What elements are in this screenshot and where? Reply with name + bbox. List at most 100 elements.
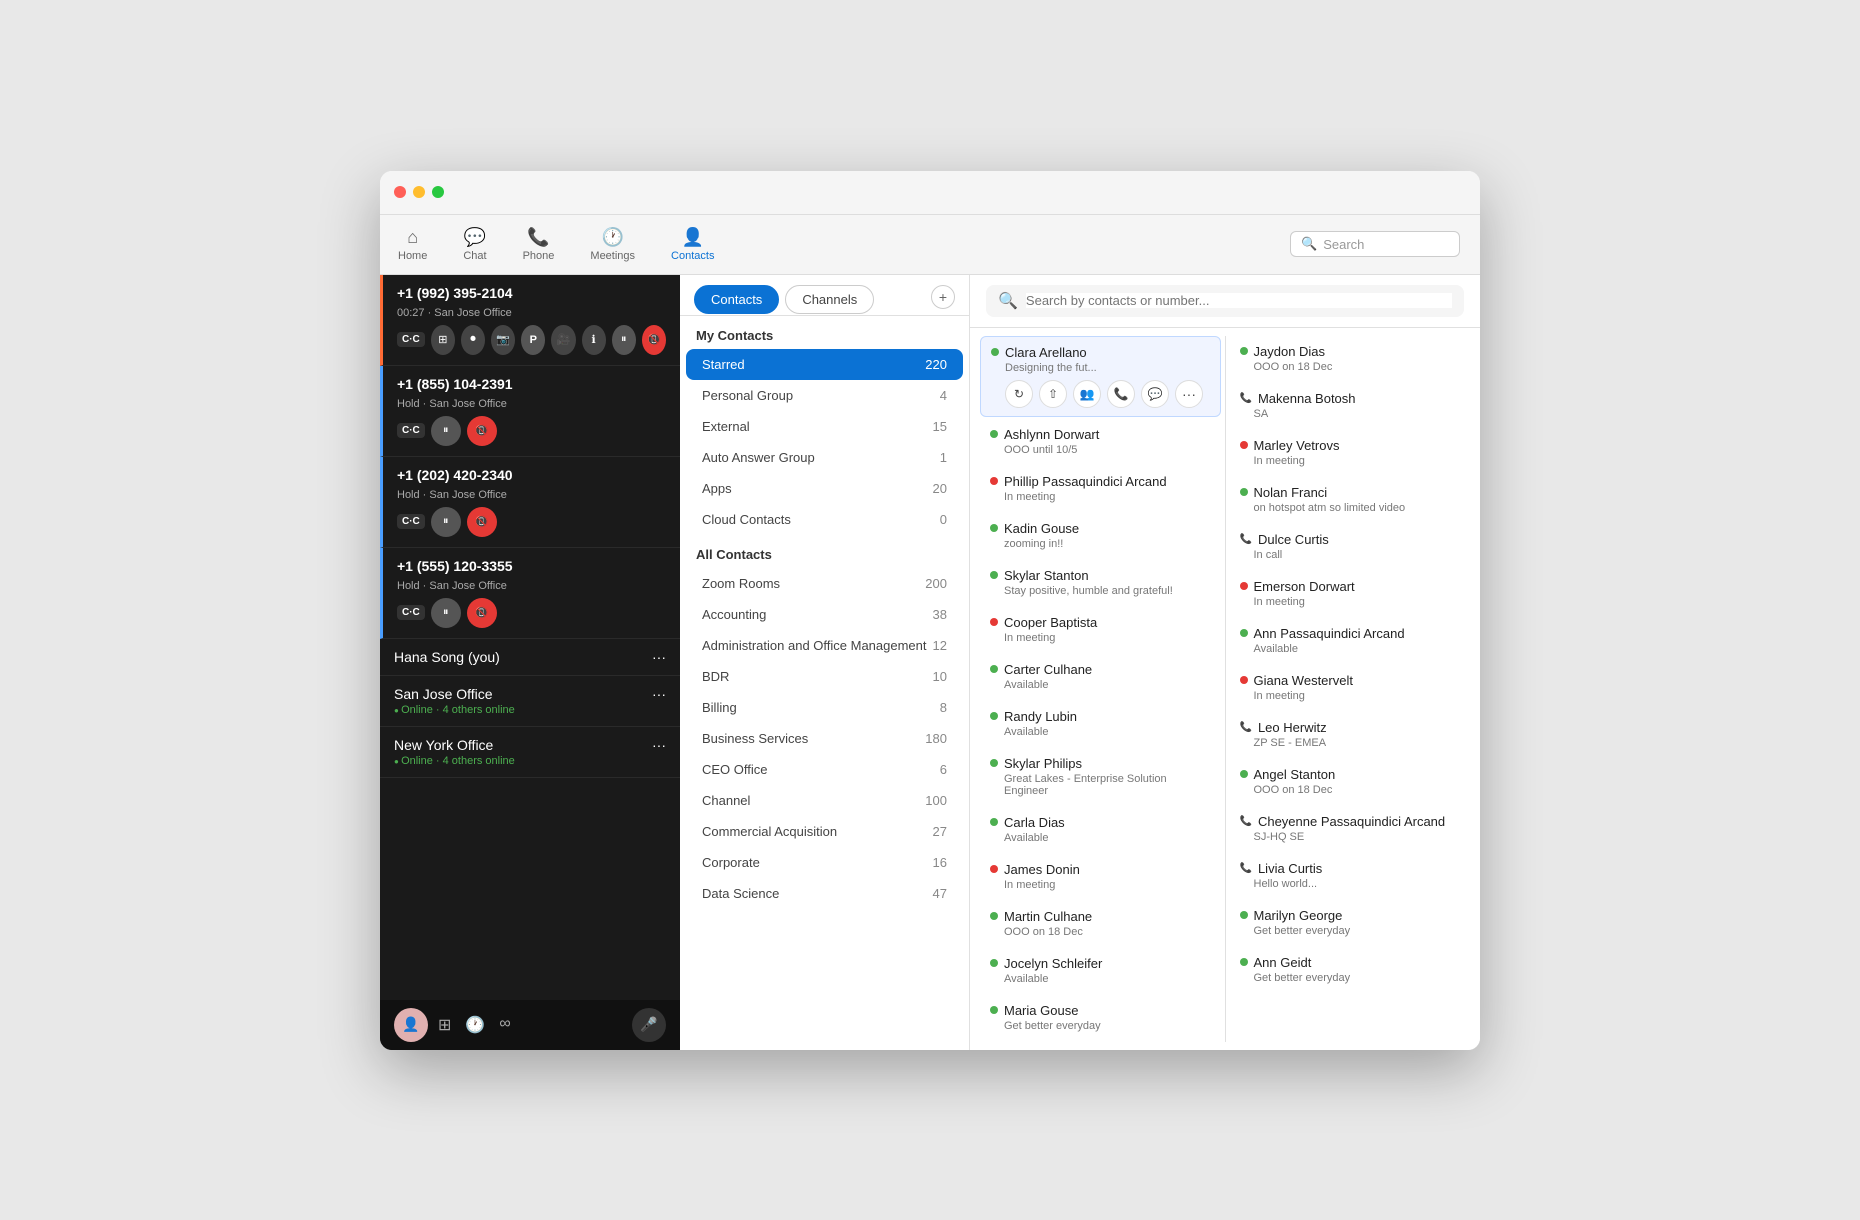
cc-btn-4[interactable]: C·C — [397, 605, 425, 620]
pause-btn-4[interactable]: ⏸ — [431, 598, 461, 628]
contact-makenna[interactable]: 📞 Makenna Botosh SA — [1230, 383, 1471, 428]
minimize-button[interactable] — [413, 186, 425, 198]
add-tab-button[interactable]: + — [931, 285, 955, 309]
action-more-clara[interactable]: ··· — [1175, 380, 1203, 408]
group-starred[interactable]: Starred 220 — [686, 349, 963, 380]
cam-btn-1[interactable]: 🎥 — [551, 325, 575, 355]
status-dot-randy — [990, 712, 998, 720]
voicemail-icon[interactable]: ∞ — [499, 1015, 510, 1035]
action-message-clara[interactable]: 💬 — [1141, 380, 1169, 408]
contact-cheyenne[interactable]: 📞 Cheyenne Passaquindici Arcand SJ-HQ SE — [1230, 806, 1471, 851]
keypad-icon[interactable]: ⊞ — [438, 1015, 451, 1035]
contact-cooper[interactable]: Cooper Baptista In meeting — [980, 607, 1221, 652]
action-refresh-clara[interactable]: ↻ — [1005, 380, 1033, 408]
contact-ashlynn-dorwart[interactable]: Ashlynn Dorwart OOO until 10/5 — [980, 419, 1221, 464]
group-billing[interactable]: Billing 8 — [686, 692, 963, 723]
group-external[interactable]: External 15 — [686, 411, 963, 442]
tab-contacts[interactable]: Contacts — [694, 285, 779, 314]
top-nav: ⌂ Home 💬 Chat 📞 Phone 🕐 Meetings 👤 Conta… — [380, 215, 1480, 275]
status-dot-giana — [1240, 676, 1248, 684]
end-btn-2[interactable]: 📵 — [467, 416, 497, 446]
group-business-services[interactable]: Business Services 180 — [686, 723, 963, 754]
mic-button[interactable]: 🎤 — [632, 1008, 666, 1042]
nav-phone[interactable]: 📞 Phone — [505, 221, 573, 268]
contact-skylar-stanton[interactable]: Skylar Stanton Stay positive, humble and… — [980, 560, 1221, 605]
group-data-science[interactable]: Data Science 47 — [686, 878, 963, 909]
contact-angel[interactable]: Angel Stanton OOO on 18 Dec — [1230, 759, 1471, 804]
cc-btn-2[interactable]: C·C — [397, 423, 425, 438]
nav-chat[interactable]: 💬 Chat — [445, 221, 504, 268]
history-icon[interactable]: 🕐 — [465, 1015, 485, 1035]
nav-meetings[interactable]: 🕐 Meetings — [572, 221, 653, 268]
group-apps[interactable]: Apps 20 — [686, 473, 963, 504]
new-york-more[interactable]: ··· — [652, 737, 666, 753]
contact-marley[interactable]: Marley Vetrovs In meeting — [1230, 430, 1471, 475]
search-contacts-input[interactable] — [1026, 293, 1452, 308]
contact-nolan[interactable]: Nolan Franci on hotspot atm so limited v… — [1230, 477, 1471, 522]
contact-james[interactable]: James Donin In meeting — [980, 854, 1221, 899]
group-admin[interactable]: Administration and Office Management 12 — [686, 630, 963, 661]
phone-icon: 📞 — [527, 227, 549, 248]
contact-giana[interactable]: Giana Westervelt In meeting — [1230, 665, 1471, 710]
maximize-button[interactable] — [432, 186, 444, 198]
close-button[interactable] — [394, 186, 406, 198]
contact-phillip[interactable]: Phillip Passaquindici Arcand In meeting — [980, 466, 1221, 511]
office-new-york[interactable]: New York Office ··· Online · 4 others on… — [380, 727, 680, 778]
contact-clara-arellano[interactable]: Clara Arellano Designing the fut... ↻ ⇧ … — [980, 336, 1221, 417]
group-ceo[interactable]: CEO Office 6 — [686, 754, 963, 785]
end-btn-1[interactable]: 📵 — [642, 325, 666, 355]
end-btn-4[interactable]: 📵 — [467, 598, 497, 628]
pause-btn-3[interactable]: ⏸ — [431, 507, 461, 537]
call-number-3: +1 (202) 420-2340 — [397, 467, 513, 483]
contact-kadin[interactable]: Kadin Gouse zooming in!! — [980, 513, 1221, 558]
tab-channels[interactable]: Channels — [785, 285, 874, 314]
group-corporate[interactable]: Corporate 16 — [686, 847, 963, 878]
contact-name-makenna: Makenna Botosh — [1258, 391, 1356, 406]
grid-btn-1[interactable]: ⊞ — [431, 325, 455, 355]
contact-jaydon[interactable]: Jaydon Dias OOO on 18 Dec — [1230, 336, 1471, 381]
video-btn-1[interactable]: 📷 — [491, 325, 515, 355]
nav-home[interactable]: ⌂ Home — [380, 221, 445, 268]
group-bdr[interactable]: BDR 10 — [686, 661, 963, 692]
contact-livia[interactable]: 📞 Livia Curtis Hello world... — [1230, 853, 1471, 898]
office-san-jose[interactable]: San Jose Office ··· Online · 4 others on… — [380, 676, 680, 727]
contact-dulce[interactable]: 📞 Dulce Curtis In call — [1230, 524, 1471, 569]
hana-song-more[interactable]: ··· — [652, 649, 666, 665]
info-btn-1[interactable]: ℹ — [582, 325, 606, 355]
pause-btn-1[interactable]: ⏸ — [612, 325, 636, 355]
contact-emerson[interactable]: Emerson Dorwart In meeting — [1230, 571, 1471, 616]
group-auto-answer[interactable]: Auto Answer Group 1 — [686, 442, 963, 473]
group-personal[interactable]: Personal Group 4 — [686, 380, 963, 411]
group-zoom-rooms[interactable]: Zoom Rooms 200 — [686, 568, 963, 599]
top-search-bar[interactable]: 🔍 Search — [1290, 231, 1460, 257]
contact-skylar-philips[interactable]: Skylar Philips Great Lakes - Enterprise … — [980, 748, 1221, 805]
end-btn-3[interactable]: 📵 — [467, 507, 497, 537]
group-channel[interactable]: Channel 100 — [686, 785, 963, 816]
nav-contacts[interactable]: 👤 Contacts — [653, 221, 732, 268]
contact-randy[interactable]: Randy Lubin Available — [980, 701, 1221, 746]
contact-martin[interactable]: Martin Culhane OOO on 18 Dec — [980, 901, 1221, 946]
p-btn-1[interactable]: P — [521, 325, 545, 355]
contact-jocelyn[interactable]: Jocelyn Schleifer Available — [980, 948, 1221, 993]
cc-btn-1[interactable]: C·C — [397, 332, 425, 347]
search-bar-inner[interactable]: 🔍 — [986, 285, 1464, 317]
group-cloud[interactable]: Cloud Contacts 0 — [686, 504, 963, 535]
contact-ann-passaquindici[interactable]: Ann Passaquindici Arcand Available — [1230, 618, 1471, 663]
rec-btn-1[interactable]: ⏺ — [461, 325, 485, 355]
contact-ann-geidt[interactable]: Ann Geidt Get better everyday — [1230, 947, 1471, 992]
contact-maria[interactable]: Maria Gouse Get better everyday — [980, 995, 1221, 1040]
san-jose-more[interactable]: ··· — [652, 686, 666, 702]
call-info-2: Hold · San Jose Office — [397, 398, 666, 410]
action-transfer-clara[interactable]: ⇧ — [1039, 380, 1067, 408]
action-group-clara[interactable]: 👥 — [1073, 380, 1101, 408]
contact-marilyn[interactable]: Marilyn George Get better everyday — [1230, 900, 1471, 945]
contact-carla[interactable]: Carla Dias Available — [980, 807, 1221, 852]
contact-carter[interactable]: Carter Culhane Available — [980, 654, 1221, 699]
phone-status-cheyenne: 📞 — [1240, 816, 1252, 827]
contact-leo[interactable]: 📞 Leo Herwitz ZP SE - EMEA — [1230, 712, 1471, 757]
pause-btn-2[interactable]: ⏸ — [431, 416, 461, 446]
cc-btn-3[interactable]: C·C — [397, 514, 425, 529]
group-commercial[interactable]: Commercial Acquisition 27 — [686, 816, 963, 847]
group-accounting[interactable]: Accounting 38 — [686, 599, 963, 630]
action-call-clara[interactable]: 📞 — [1107, 380, 1135, 408]
